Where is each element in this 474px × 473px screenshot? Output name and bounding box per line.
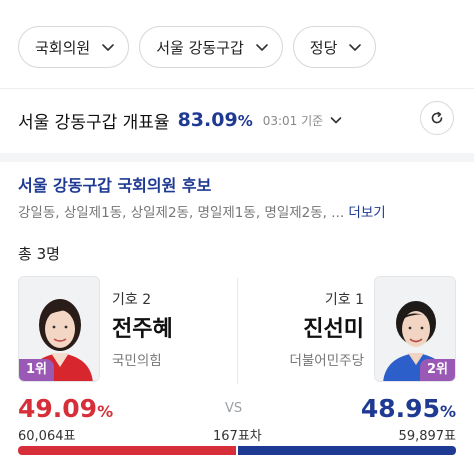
turnout-value: 83.09% xyxy=(177,109,253,131)
more-link[interactable]: 더보기 xyxy=(348,205,385,221)
vote-share-segment-1 xyxy=(18,446,236,455)
rank-badge: 2위 xyxy=(419,359,455,381)
chevron-down-icon xyxy=(255,44,268,51)
candidate-name[interactable]: 진선미 xyxy=(289,311,364,343)
turnout-label: 서울 강동구갑 개표율 xyxy=(18,112,170,133)
candidate-party: 국민의힘 xyxy=(112,353,162,369)
section-title: 서울 강동구갑 국회의원 후보 xyxy=(18,176,212,195)
candidate-info-1: 기호 2 전주혜 국민의힘 xyxy=(112,289,173,369)
vote-share-bar xyxy=(18,446,456,455)
candidate-votes-2: 59,897표 xyxy=(398,429,456,444)
section-divider xyxy=(0,153,474,162)
filter-party[interactable]: 정당 xyxy=(292,26,377,68)
filter-district[interactable]: 서울 강동구갑 xyxy=(139,26,283,68)
candidate-info-2: 기호 1 진선미 더불어민주당 xyxy=(289,289,364,369)
district-areas: 강일동, 상일제1동, 상일제2동, 명일제1동, 명일제2동, ... 더보기 xyxy=(18,201,386,221)
refresh-icon xyxy=(431,111,443,124)
filter-bar: 국회의원 서울 강동구갑 정당 xyxy=(18,26,377,68)
filter-label: 정당 xyxy=(309,38,338,57)
candidate-percent-2: 48.95% xyxy=(360,394,456,423)
areas-text: 강일동, 상일제1동, 상일제2동, 명일제1동, 명일제2동, ... xyxy=(18,205,345,221)
candidate-count: 총 3명 xyxy=(18,245,60,263)
candidate-percent-1: 49.09% xyxy=(18,394,114,423)
vote-share-segment-2 xyxy=(238,446,456,455)
rank-badge: 1위 xyxy=(19,359,55,381)
chevron-down-icon[interactable] xyxy=(329,113,343,127)
chevron-down-icon xyxy=(349,44,362,51)
vote-difference: 167표차 xyxy=(213,429,262,444)
candidate-votes-1: 60,064표 xyxy=(18,429,76,444)
candidate-photo-1[interactable]: 1위 xyxy=(18,276,100,382)
chevron-down-icon xyxy=(102,44,115,51)
filter-election-type[interactable]: 국회의원 xyxy=(18,26,130,68)
turnout-time: 03:01 기준 xyxy=(262,113,324,128)
candidate-number: 기호 1 xyxy=(324,292,364,308)
filter-label: 국회의원 xyxy=(35,38,91,57)
candidate-photo-2[interactable]: 2위 xyxy=(374,276,456,382)
turnout-row: 서울 강동구갑 개표율 83.09% 03:01 기준 xyxy=(18,106,456,134)
filter-label: 서울 강동구갑 xyxy=(156,38,244,57)
refresh-button[interactable] xyxy=(420,101,454,135)
divider xyxy=(0,88,474,89)
candidate-number: 기호 2 xyxy=(112,292,152,308)
candidate-name[interactable]: 전주혜 xyxy=(112,311,173,343)
candidate-divider xyxy=(237,278,238,384)
vs-label: VS xyxy=(225,401,243,416)
candidate-party: 더불어민주당 xyxy=(289,353,364,369)
